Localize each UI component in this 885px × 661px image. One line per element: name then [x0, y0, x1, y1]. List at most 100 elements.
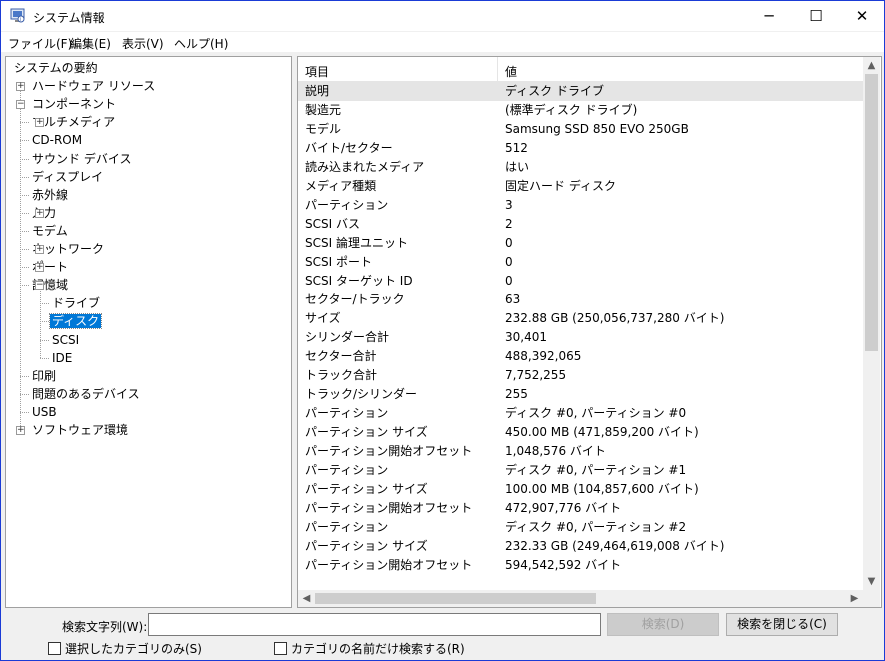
tree-item[interactable]: 印刷 — [30, 367, 58, 385]
row-item: SCSI バス — [305, 216, 360, 231]
menu-view[interactable]: 表示(V) — [122, 35, 164, 52]
table-row[interactable]: パーティション 3 — [298, 196, 863, 215]
maximize-button[interactable]: ☐ — [793, 1, 839, 32]
tree-item[interactable]: ディスク — [48, 312, 103, 330]
table-row[interactable]: 製造元 (標準ディスク ドライブ) — [298, 101, 863, 120]
row-item: パーティション — [305, 463, 389, 477]
scroll-right-arrow-icon[interactable]: ▶ — [846, 590, 863, 607]
row-item: 製造元 — [305, 102, 342, 117]
menu-file[interactable]: ファイル(F) — [8, 35, 72, 52]
row-value: 固定ハード ディスク — [505, 178, 616, 193]
tree-item[interactable]: ハードウェア リソース — [30, 77, 157, 95]
table-row[interactable]: サイズ 232.88 GB (250,056,737,280 バイト) — [298, 309, 863, 328]
category-names-only-checkbox[interactable]: カテゴリの名前だけ検索する(R) — [274, 642, 465, 656]
column-divider[interactable] — [497, 57, 498, 82]
table-row[interactable]: パーティション サイズ 450.00 MB (471,859,200 バイト) — [298, 423, 863, 442]
table-row[interactable]: SCSI ターゲット ID 0 — [298, 272, 863, 291]
tree-connector — [20, 176, 29, 178]
table-row[interactable]: パーティション開始オフセット 1,048,576 バイト — [298, 442, 863, 461]
tree-item[interactable]: 問題のあるデバイス — [30, 385, 142, 403]
tree-item[interactable]: システムの要約 — [12, 59, 100, 77]
tree-item-label: システムの要約 — [14, 61, 98, 75]
details-list: 項目 値 説明 ディスク ドライブ 製造元 (標準ディスク ドライブ) モデル Samsu… — [297, 56, 882, 608]
table-row[interactable]: パーティション サイズ 100.00 MB (104,857,600 バイト) — [298, 480, 863, 499]
scroll-up-arrow-icon[interactable]: ▲ — [863, 57, 880, 74]
search-label: 検索文字列(W): — [62, 620, 148, 634]
table-row[interactable]: パーティション開始オフセット 472,907,776 バイト — [298, 499, 863, 518]
tree-item[interactable]: ディスプレイ — [30, 168, 105, 186]
expand-icon[interactable]: + — [35, 208, 44, 218]
row-value: 63 — [505, 292, 521, 307]
search-input[interactable] — [148, 613, 601, 636]
collapse-icon[interactable]: − — [16, 100, 25, 110]
row-item: セクター/トラック — [305, 292, 405, 307]
table-row[interactable]: パーティション ディスク #0, パーティション #2 — [298, 518, 863, 537]
tree-connector — [20, 194, 29, 196]
tree-connector — [20, 212, 29, 214]
tree-item-label: 印刷 — [32, 368, 57, 383]
scroll-down-arrow-icon[interactable]: ▼ — [863, 573, 880, 590]
tree-item-label: USB — [32, 404, 57, 419]
expand-icon[interactable]: + — [16, 426, 25, 435]
row-value: 488,392,065 — [505, 349, 582, 364]
expand-icon[interactable]: + — [35, 118, 44, 128]
tree-connector — [20, 140, 29, 142]
tree-item[interactable]: ソフトウェア環境 — [30, 421, 130, 439]
table-row[interactable]: モデル Samsung SSD 850 EVO 250GB — [298, 120, 863, 139]
table-row[interactable]: 読み込まれたメディア はい — [298, 158, 863, 177]
table-row[interactable]: パーティション ディスク #0, パーティション #1 — [298, 461, 863, 480]
column-header-value[interactable]: 値 — [505, 63, 517, 80]
collapse-icon[interactable]: − — [35, 281, 44, 291]
tree-item[interactable]: CD-ROM — [30, 131, 84, 149]
table-row[interactable]: パーティション サイズ 232.33 GB (249,464,619,008 バイ… — [298, 537, 863, 556]
checkbox-box[interactable] — [48, 642, 61, 655]
expand-icon[interactable]: + — [16, 82, 25, 92]
tree-item-label: サウンド デバイス — [32, 151, 132, 166]
table-row[interactable]: メディア種類 固定ハード ディスク — [298, 177, 863, 196]
table-row[interactable]: SCSI ポート 0 — [298, 253, 863, 272]
row-value: 1,048,576 バイト — [505, 444, 606, 459]
tree-connector — [20, 249, 29, 250]
tree-item[interactable]: IDE — [50, 349, 74, 367]
expand-icon[interactable]: + — [35, 263, 44, 273]
horizontal-scroll-thumb[interactable] — [315, 593, 596, 604]
menu-help[interactable]: ヘルプ(H) — [174, 35, 228, 52]
system-info-app-icon: i — [10, 8, 25, 23]
table-row[interactable]: パーティション ディスク #0, パーティション #0 — [298, 404, 863, 423]
tree-item[interactable]: モデム — [30, 222, 70, 240]
close-search-button[interactable]: 検索を閉じる(C) — [726, 613, 838, 636]
table-row[interactable]: パーティション開始オフセット 594,542,592 バイト — [298, 556, 863, 575]
selected-category-only-checkbox[interactable]: 選択したカテゴリのみ(S) — [48, 642, 202, 656]
table-row[interactable]: バイト/セクター 512 — [298, 139, 863, 158]
tree-item[interactable]: 赤外線 — [30, 186, 70, 204]
table-row[interactable]: セクター合計 488,392,065 — [298, 347, 863, 366]
table-row[interactable]: トラック/シリンダー 255 — [298, 385, 863, 404]
checkbox-box[interactable] — [274, 642, 287, 655]
table-row[interactable]: SCSI 論理ユニット 0 — [298, 234, 863, 253]
scroll-left-arrow-icon[interactable]: ◀ — [298, 590, 315, 607]
expand-icon[interactable]: + — [35, 245, 44, 254]
table-row[interactable]: シリンダー合計 30,401 — [298, 328, 863, 347]
tree-item[interactable]: USB — [30, 403, 59, 421]
scrollbar-corner — [863, 590, 880, 607]
menu-edit[interactable]: 編集(E) — [70, 35, 111, 52]
tree-item[interactable]: ドライブ — [50, 294, 102, 312]
tree-item[interactable]: コンポーネント — [30, 95, 118, 113]
column-header-item[interactable]: 項目 — [305, 63, 329, 80]
row-value: 255 — [505, 387, 528, 402]
table-row[interactable]: 説明 ディスク ドライブ — [298, 82, 863, 101]
vertical-scrollbar[interactable]: ▲ ▼ — [863, 57, 880, 590]
row-value: 3 — [505, 197, 513, 212]
table-row[interactable]: トラック合計 7,752,255 — [298, 366, 863, 385]
search-button[interactable]: 検索(D) — [607, 613, 719, 636]
tree-item[interactable]: サウンド デバイス — [30, 150, 133, 168]
table-row[interactable]: SCSI バス 2 — [298, 215, 863, 234]
horizontal-scrollbar[interactable]: ◀ ▶ — [298, 590, 863, 607]
tree-connector — [20, 393, 29, 395]
table-row[interactable]: セクター/トラック 63 — [298, 290, 863, 309]
close-button[interactable]: ✕ — [839, 1, 885, 32]
vertical-scroll-thumb[interactable] — [865, 74, 878, 351]
tree-item[interactable]: SCSI — [50, 331, 81, 349]
row-value: ディスク #0, パーティション #1 — [505, 463, 687, 477]
minimize-button[interactable]: ─ — [746, 1, 792, 32]
